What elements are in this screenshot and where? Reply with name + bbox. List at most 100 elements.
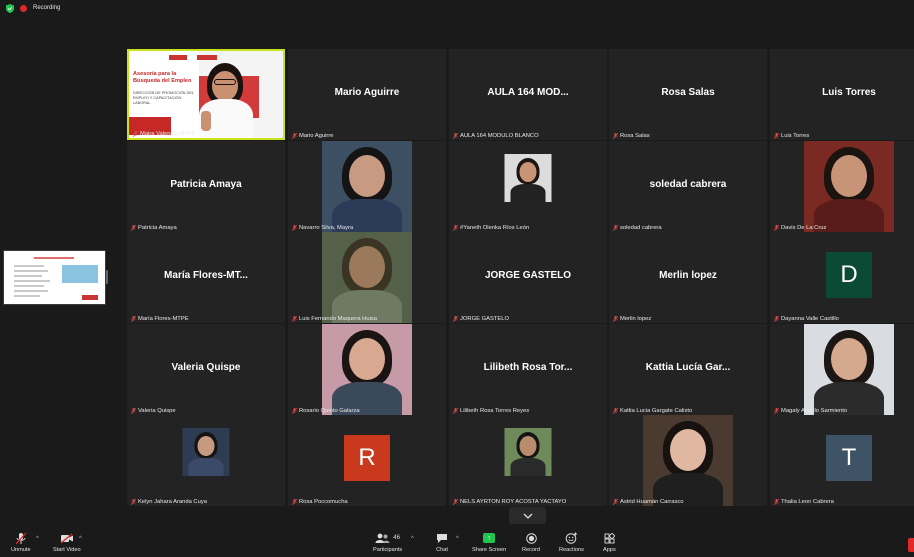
participant-tile[interactable]: D Dayanna Valle Castillo (770, 232, 914, 323)
participant-tile[interactable]: Davis De La Cruz (770, 141, 914, 232)
participant-tile[interactable]: Astrid Huamán Carrasco (609, 415, 767, 506)
participant-display-name: Kattia Lucía Gar... (645, 362, 731, 373)
participant-name: Dayanna Valle Castillo (781, 316, 839, 322)
participant-tile[interactable]: Rosario Quinto Galarza (288, 324, 446, 415)
share-screen-icon: ↑ (483, 533, 496, 543)
recording-dot-icon (20, 4, 27, 12)
participant-tile[interactable]: Valeria Quispe Valeria Quispe (127, 324, 285, 415)
muted-mic-icon (453, 225, 458, 231)
participant-name-label: Merlin lopez (613, 316, 651, 322)
participant-initial-avatar: T (826, 435, 872, 481)
chevron-down-icon (523, 513, 532, 519)
participant-tile[interactable]: soledad cabrera soledad cabrera (609, 141, 767, 232)
participant-name: Navarro Silva, Mayra (299, 225, 354, 231)
audio-options-caret[interactable]: ^ (36, 536, 39, 542)
muted-mic-icon (613, 225, 618, 231)
participant-name-label: Rosa Poccomucha (292, 499, 348, 505)
participant-video (804, 141, 894, 232)
side-panel-handle[interactable] (106, 270, 108, 284)
notification-edge (908, 538, 914, 552)
participant-name-label: Luis Fernando Maquera Huisa (292, 316, 377, 322)
participant-tile[interactable]: Kattia Lucía Gar... Kattia Lucia Gargate … (609, 324, 767, 415)
muted-mic-icon (453, 133, 458, 139)
participant-name: soledad cabrera (620, 225, 662, 231)
participant-tile[interactable]: Magaly Angulo Sarmiento (770, 324, 914, 415)
apps-button[interactable]: Apps (603, 531, 616, 553)
video-camera-off-icon (60, 532, 73, 544)
muted-mic-icon (131, 408, 136, 414)
participant-display-name: soledad cabrera (649, 179, 727, 190)
chat-button[interactable]: Chat (436, 531, 448, 553)
reactions-button[interactable]: Reactions (559, 531, 584, 553)
participant-video (182, 428, 230, 476)
muted-mic-icon (613, 408, 618, 414)
participant-name: Luis Fernando Maquera Huisa (299, 316, 377, 322)
unmute-button[interactable]: Unmute (11, 531, 31, 553)
video-options-caret[interactable]: ^ (79, 536, 82, 542)
participant-tile[interactable]: AULA 164 MOD... AULA 164 MODULO BLANCO (449, 49, 607, 140)
participant-name: María Flores-MTPE (138, 316, 189, 322)
participant-video (322, 141, 412, 232)
start-video-button[interactable]: Start Video (53, 531, 81, 553)
participant-name-label: AULA 164 MODULO BLANCO (453, 133, 539, 139)
participant-name: Magaly Angulo Sarmiento (781, 408, 848, 414)
participant-tile[interactable]: Patricia Amaya Patricia Amaya (127, 141, 285, 232)
participant-name-label: Dayanna Valle Castillo (774, 316, 839, 322)
muted-mic-icon (133, 131, 138, 137)
record-button[interactable]: Record (522, 531, 540, 553)
presenter-avatar (197, 59, 255, 138)
participant-video (322, 324, 412, 415)
participants-button[interactable]: 46 Participants (373, 531, 402, 553)
participant-display-name: María Flores-MT... (164, 270, 248, 281)
participant-name: Kelyn Jahara Aranda Cuya (138, 499, 207, 505)
participant-tile[interactable]: Kelyn Jahara Aranda Cuya (127, 415, 285, 506)
participant-name-label: Patricia Amaya (131, 225, 177, 231)
participant-tile[interactable]: Lilibeth Rosa Tor... Lilibeth Rosa Torres… (449, 324, 607, 415)
gallery-collapse-button[interactable] (509, 507, 546, 524)
participant-name: JORGE GASTELO (460, 316, 509, 322)
chat-options-caret[interactable]: ^ (456, 536, 459, 542)
participant-tile[interactable]: NELS AYRTON ROY ACOSTA YACTAYO (449, 415, 607, 506)
participant-name-label: Magaly Angulo Sarmiento (774, 408, 847, 414)
microphone-muted-icon (15, 532, 27, 544)
participant-tile[interactable]: Luis Torres Luis Torres (770, 49, 914, 140)
participant-tile[interactable]: Merlin lopez Merlin lopez (609, 232, 767, 323)
participant-video (643, 415, 733, 506)
muted-mic-icon (131, 499, 136, 505)
participant-name: Maira Valencia MTPE (140, 131, 196, 137)
participant-name: AULA 164 MODULO BLANCO (460, 133, 539, 139)
participant-tile[interactable]: R Rosa Poccomucha (288, 415, 446, 506)
security-shield-icon[interactable] (6, 3, 14, 13)
shared-screen-thumbnail[interactable] (3, 250, 106, 305)
muted-mic-icon (774, 225, 779, 231)
participant-name: Rosa Salas (620, 133, 650, 139)
participant-tile[interactable]: Asesoría para la Búsqueda del Empleo DIREC… (127, 49, 285, 140)
apps-icon (604, 532, 615, 543)
participant-video (504, 428, 552, 476)
slide-subtitle: DIRECCIÓN DE PROMOCIÓN DEL EMPLEO Y CAPA… (133, 91, 194, 105)
record-label: Record (522, 547, 541, 553)
participant-name-label: Astrid Huamán Carrasco (613, 499, 683, 505)
share-screen-label: Share Screen (472, 547, 507, 553)
muted-mic-icon (613, 133, 618, 139)
participant-display-name: AULA 164 MOD... (487, 87, 569, 98)
participants-options-caret[interactable]: ^ (411, 536, 414, 542)
participant-tile[interactable]: JORGE GASTELO JORGE GASTELO (449, 232, 607, 323)
participant-tile[interactable]: #Yaneth Olenka Ríos León (449, 141, 607, 232)
participant-tile[interactable]: Luis Fernando Maquera Huisa (288, 232, 446, 323)
participant-name-label: NELS AYRTON ROY ACOSTA YACTAYO (453, 499, 566, 505)
participant-name: Luis Torres (781, 133, 810, 139)
participant-name: Lilibeth Rosa Torres Reyes (460, 408, 530, 414)
participant-tile[interactable]: Rosa Salas Rosa Salas (609, 49, 767, 140)
participant-tile[interactable]: Mario Aguirre Mario Aguirre (288, 49, 446, 140)
participant-tile[interactable]: Navarro Silva, Mayra (288, 141, 446, 232)
participant-tile[interactable]: T Thalia Leon Cabrera (770, 415, 914, 506)
muted-mic-icon (131, 316, 136, 322)
participant-name-label: JORGE GASTELO (453, 316, 509, 322)
share-screen-button[interactable]: ↑ Share Screen (472, 531, 506, 553)
muted-mic-icon (292, 316, 297, 322)
participant-tile[interactable]: María Flores-MT... María Flores-MTPE (127, 232, 285, 323)
smiley-plus-icon (565, 532, 577, 544)
participant-name: Valeria Quispe (138, 408, 176, 414)
chat-bubble-icon (437, 533, 447, 543)
